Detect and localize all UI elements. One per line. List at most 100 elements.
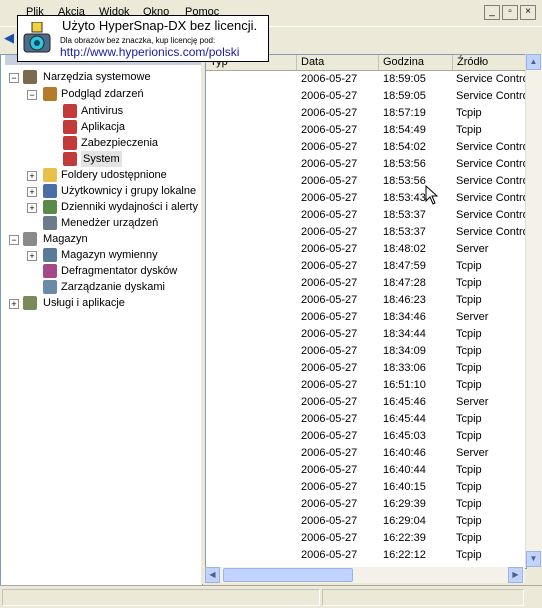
cell-date: 2006-05-27 [301,260,358,272]
tree-item-label: Zarządzanie dyskami [61,281,165,293]
tree-item[interactable]: + Dzienniki wydajności i alerty [1,199,201,215]
cell-date: 2006-05-27 [301,379,358,391]
cell-time: 16:45:03 [383,430,426,442]
table-row[interactable]: iInformacje2006-05-2718:34:09Tcpip [206,343,526,360]
cell-source: Tcpip [456,294,482,306]
table-row[interactable]: iInformacje2006-05-2718:47:59Tcpip [206,258,526,275]
table-row[interactable]: iInformacje2006-05-2718:54:49Tcpip [206,122,526,139]
cell-date: 2006-05-27 [301,345,358,357]
table-row[interactable]: iInformacje2006-05-2718:57:19Tcpip [206,105,526,122]
table-row[interactable]: iInformacje2006-05-2716:51:10Tcpip [206,377,526,394]
tree-item-label: Podgląd zdarzeń [61,88,144,100]
horizontal-scroll-thumb[interactable] [223,568,353,582]
mouse-cursor-icon [425,185,439,205]
cell-time: 16:40:15 [383,481,426,493]
column-zrodlo[interactable]: Źródło [453,55,526,70]
table-row[interactable]: iInformacje2006-05-2716:40:15Tcpip [206,479,526,496]
table-row[interactable]: ×Błąd2006-05-2718:48:02Server [206,241,526,258]
tree-item[interactable]: Menedżer urządzeń [1,215,201,231]
console-tree: − Narzędzia systemowe − Podgląd zdarzeń Anti… [0,54,203,586]
table-row[interactable]: iInformacje2006-05-2716:40:44Tcpip [206,462,526,479]
expand-icon[interactable]: + [27,203,37,213]
cell-date: 2006-05-27 [301,549,358,561]
cell-date: 2006-05-27 [301,481,358,493]
tree-item[interactable]: − Narzędzia systemowe [1,69,201,85]
tree-item[interactable]: Aplikacja [1,119,201,135]
table-row[interactable]: iInformacje2006-05-2718:53:37Service Con… [206,207,526,224]
restore-button[interactable]: ▫ [502,5,518,20]
tree-item[interactable]: − Podgląd zdarzeń [1,86,201,102]
table-row[interactable]: iInformacje2006-05-2718:59:05Service Con… [206,88,526,105]
collapse-icon[interactable]: − [27,90,37,100]
horizontal-scrollbar[interactable]: ◀ ▶ [205,567,525,583]
tree-item[interactable]: System [1,151,201,167]
table-row[interactable]: iInformacje2006-05-2718:47:28Tcpip [206,275,526,292]
tree-item-label: Magazyn wymienny [61,249,158,261]
scroll-right-icon[interactable]: ▶ [508,567,523,583]
cell-source: Tcpip [456,481,482,493]
table-row[interactable]: iInformacje2006-05-2718:54:02Service Con… [206,139,526,156]
minimize-button[interactable]: _ [484,5,500,20]
table-row[interactable]: iInformacje2006-05-2716:22:12Tcpip [206,547,526,564]
cell-time: 18:46:23 [383,294,426,306]
table-row[interactable]: iInformacje2006-05-2718:59:05Service Con… [206,71,526,88]
scroll-left-icon[interactable]: ◀ [205,567,220,583]
tools-icon [23,70,37,84]
collapse-icon[interactable]: − [9,235,19,245]
tree-item[interactable]: + Użytkownicy i grupy lokalne [1,183,201,199]
scroll-down-icon[interactable]: ▼ [526,551,541,567]
expand-icon[interactable]: + [27,251,37,261]
table-row[interactable]: iInformacje2006-05-2718:33:06Tcpip [206,360,526,377]
table-row[interactable]: ×Błąd2006-05-2716:45:46Server [206,394,526,411]
cell-source: Service Control Manager [456,90,526,102]
column-godzina[interactable]: Godzina [379,55,453,70]
collapse-icon[interactable]: − [9,73,19,83]
back-arrow-icon[interactable]: ◀ [4,31,18,45]
scroll-up-icon[interactable]: ▲ [526,54,541,70]
cell-time: 18:47:28 [383,277,426,289]
expand-icon[interactable]: + [27,187,37,197]
close-button[interactable]: × [520,5,536,20]
tree-item[interactable]: + Usługi i aplikacje [1,295,201,311]
table-row[interactable]: ×Błąd2006-05-2716:40:46Server [206,445,526,462]
cell-date: 2006-05-27 [301,141,358,153]
tree-item[interactable]: − Magazyn [1,231,201,247]
cell-source: Service Control Manager [456,175,526,187]
cell-date: 2006-05-27 [301,243,358,255]
cell-date: 2006-05-27 [301,124,358,136]
cell-source: Tcpip [456,413,482,425]
cell-date: 2006-05-27 [301,175,358,187]
table-row[interactable]: iInformacje2006-05-2718:46:23Tcpip [206,292,526,309]
table-row[interactable]: iInformacje2006-05-2716:29:39Tcpip [206,496,526,513]
tree-item[interactable]: Zarządzanie dyskami [1,279,201,295]
event-list: Typ Data Godzina Źródło iInformacje2006-… [205,54,527,569]
watermark-url[interactable]: http://www.hyperionics.com/polski [60,45,239,59]
table-row[interactable]: iInformacje2006-05-2716:22:39Tcpip [206,530,526,547]
tree-item[interactable]: Defragmentator dysków [1,263,201,279]
camera-icon [23,22,51,53]
table-row[interactable]: iInformacje2006-05-2718:53:56Service Con… [206,156,526,173]
column-data[interactable]: Data [297,55,379,70]
tree-item[interactable]: + Foldery udostępnione [1,167,201,183]
table-row[interactable]: iInformacje2006-05-2716:45:44Tcpip [206,411,526,428]
tree-item[interactable]: + Magazyn wymienny [1,247,201,263]
cell-time: 18:59:05 [383,73,426,85]
vertical-scrollbar[interactable]: ▲ ▼ [525,54,542,567]
log-icon [63,136,77,150]
table-row[interactable]: iInformacje2006-05-2718:53:37Service Con… [206,224,526,241]
table-row[interactable]: ×Błąd2006-05-2718:34:46Server [206,309,526,326]
expand-icon[interactable]: + [9,299,19,309]
table-row[interactable]: iInformacje2006-05-2718:53:56Service Con… [206,173,526,190]
tree-item[interactable]: Zabezpieczenia [1,135,201,151]
table-row[interactable]: iInformacje2006-05-2716:45:03Tcpip [206,428,526,445]
table-row[interactable]: iInformacje2006-05-2718:53:43Service Con… [206,190,526,207]
expand-icon[interactable]: + [27,171,37,181]
cell-source: Tcpip [456,532,482,544]
table-row[interactable]: iInformacje2006-05-2716:29:04Tcpip [206,513,526,530]
tree-item[interactable]: Antivirus [1,103,201,119]
table-row[interactable]: iInformacje2006-05-2718:34:44Tcpip [206,326,526,343]
shared-folder-icon [43,168,57,182]
cell-source: Service Control Manager [456,209,526,221]
cell-time: 18:34:44 [383,328,426,340]
cell-source: Tcpip [456,260,482,272]
